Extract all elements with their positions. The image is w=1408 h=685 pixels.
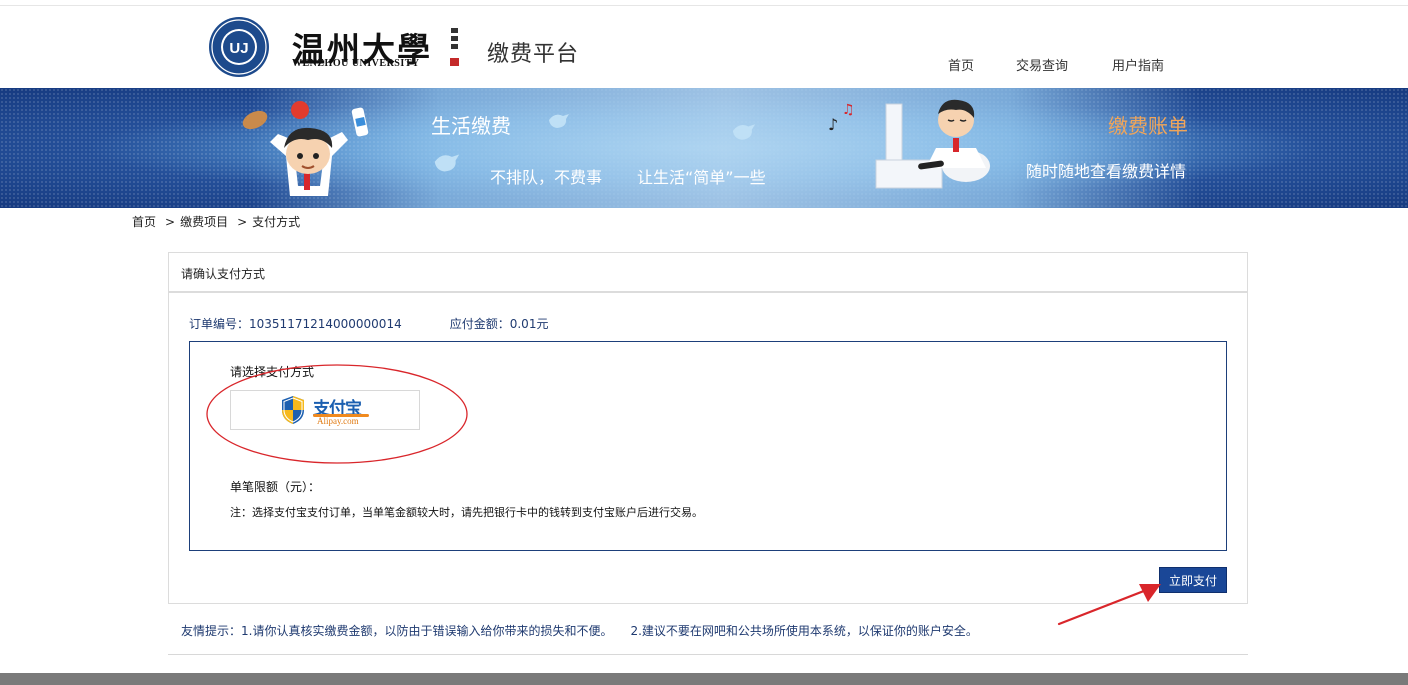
panel-title: 请确认支付方式 [169, 253, 1247, 293]
svg-text:♪: ♪ [828, 115, 838, 134]
tips-label: 友情提示： [181, 624, 242, 638]
svg-text:UJ: UJ [229, 40, 248, 57]
tip-1: 1.请你认真核实缴费金额，以防由于错误输入给你带来的损失和不便。 [241, 624, 613, 638]
pay-now-button[interactable]: 立即支付 [1159, 567, 1227, 593]
single-limit-label: 单笔限额（元）： [230, 480, 321, 494]
site-header: UJ 温州大學 WENZHOU UNIVERSITY 缴费平台 首页 交易查询 … [0, 6, 1408, 88]
bird-icon [732, 124, 756, 140]
breadcrumb-separator: > [237, 215, 248, 229]
tip-2: 2.建议不要在网吧和公共场所使用本系统，以保证你的账户安全。 [630, 624, 978, 638]
breadcrumb-home[interactable]: 首页 [132, 215, 156, 229]
nav-home[interactable]: 首页 [948, 55, 974, 74]
footer-bar [0, 673, 1408, 685]
banner-title-right: 缴费账单 [1108, 114, 1188, 138]
nav-user-guide[interactable]: 用户指南 [1112, 55, 1164, 74]
platform-name: 缴费平台 [487, 42, 580, 67]
breadcrumb-payment-method: 支付方式 [252, 215, 301, 229]
banner-slogan-1: 不排队，不费事 [490, 168, 603, 187]
cartoon-boy-icon [242, 101, 369, 196]
friendly-tips: 友情提示：1.请你认真核实缴费金额，以防由于错误输入给你带来的损失和不便。 2.建… [181, 622, 978, 639]
amount-label: 应付金额： [449, 317, 510, 331]
order-no-value: 10351171214000000014 [249, 317, 402, 331]
alipay-option[interactable]: 支付宝 Alipay.com [230, 390, 420, 430]
bird-icon [549, 114, 569, 128]
payment-method-box: 请选择支付方式 支付宝 Alipay.com 单笔限额（元）： 注：选择支付宝支… [189, 341, 1227, 551]
nav-transaction-query[interactable]: 交易查询 [1016, 55, 1068, 74]
divider [168, 654, 1248, 655]
cartoon-office-icon: ♪ ♫ [828, 99, 990, 189]
banner-subtitle-right: 随时随地查看缴费详情 [1026, 162, 1187, 181]
order-info: 订单编号：10351171214000000014 应付金额：0.01元 [189, 315, 548, 332]
breadcrumb-separator: > [165, 215, 176, 229]
choose-method-label: 请选择支付方式 [230, 365, 315, 379]
banner-slogan-2: 让生活“简单”一些 [637, 168, 766, 187]
breadcrumb: 首页 > 缴费项目 > 支付方式 [132, 213, 304, 230]
university-logo-icon: UJ [209, 17, 269, 77]
alipay-shield-icon [282, 396, 304, 424]
alipay-note: 注：选择支付宝支付订单，当单笔金额较大时，请先把银行卡中的钱转到支付宝账户后进行… [230, 506, 703, 519]
svg-text:♫: ♫ [842, 102, 855, 118]
order-no-label: 订单编号： [189, 317, 250, 331]
amount-value: 0.01元 [509, 317, 549, 331]
school-name-en: WENZHOU UNIVERSITY [292, 58, 420, 69]
banner-title-left: 生活缴费 [431, 114, 511, 138]
signature-seal-icon [450, 28, 459, 66]
payment-panel: 请确认支付方式 订单编号：10351171214000000014 应付金额：0.… [168, 252, 1248, 604]
breadcrumb-payment-items[interactable]: 缴费项目 [180, 215, 228, 229]
bird-icon [434, 154, 460, 172]
alipay-domain-text: Alipay.com [317, 416, 359, 426]
promo-banner: 生活缴费 不排队，不费事 让生活“简单”一些 ♪ ♫ 缴费账单 随时随地查看缴费… [0, 88, 1408, 208]
